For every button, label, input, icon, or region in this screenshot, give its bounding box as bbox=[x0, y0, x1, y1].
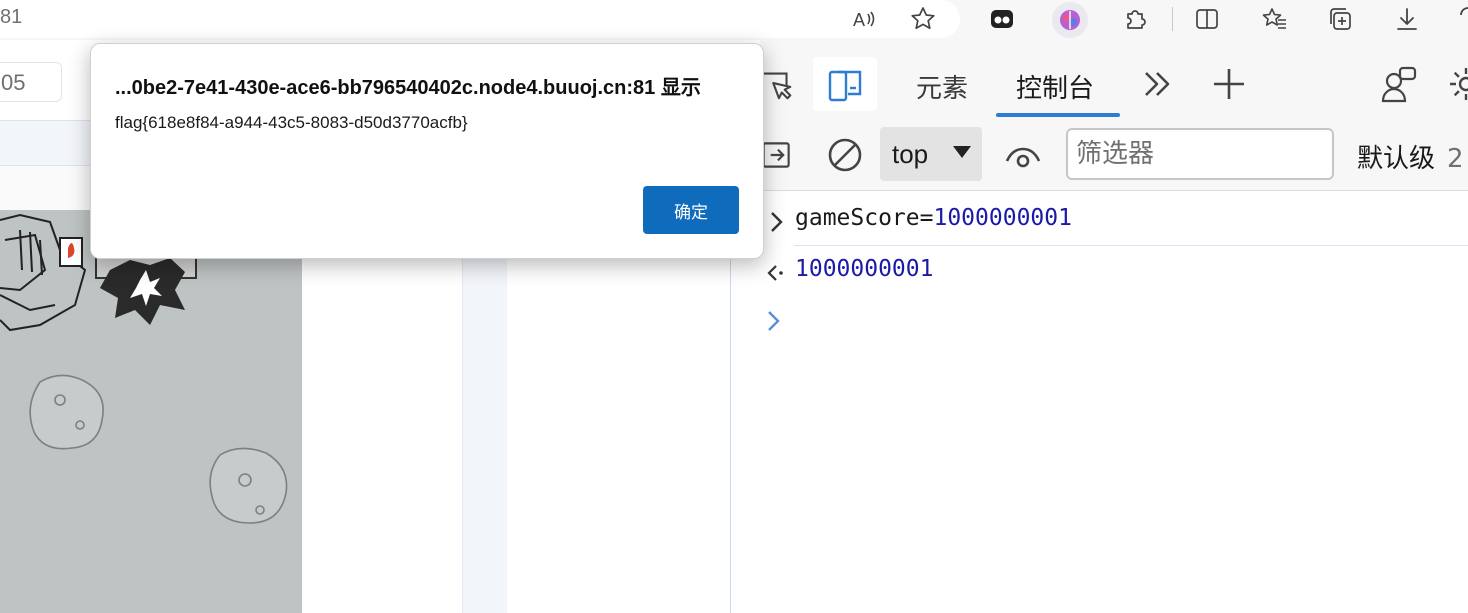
more-tabs-chevron-icon[interactable] bbox=[1137, 64, 1177, 104]
browser-toolbar: 81 A bbox=[0, 0, 1468, 40]
game-scene-illustration bbox=[0, 213, 288, 524]
settings-gear-icon[interactable] bbox=[1446, 62, 1468, 106]
game-canvas[interactable] bbox=[0, 210, 302, 613]
console-input-number: 1000000001 bbox=[933, 205, 1072, 231]
copilot-icon[interactable] bbox=[1052, 2, 1088, 38]
svg-text:A: A bbox=[853, 10, 865, 30]
asteroid-sprites bbox=[29, 374, 288, 524]
alert-dialog: ...0be2-7e41-430e-ace6-bb796540402c.node… bbox=[90, 43, 764, 259]
console-entry-divider bbox=[794, 245, 1468, 246]
player-ship-sprite bbox=[0, 213, 87, 332]
add-tab-plus-icon[interactable] bbox=[1209, 64, 1249, 104]
active-tab-indicator bbox=[996, 113, 1120, 117]
console-input-prefix: gameScore= bbox=[795, 205, 934, 231]
collections-icon[interactable] bbox=[1325, 4, 1357, 34]
console-result-value: 1000000001 bbox=[795, 256, 934, 282]
result-return-arrow-icon bbox=[767, 265, 783, 281]
address-text[interactable]: 81 bbox=[0, 6, 22, 29]
address-bar[interactable]: 81 bbox=[0, 0, 960, 38]
page-side-gutter bbox=[462, 210, 507, 613]
extension-app-icon[interactable] bbox=[986, 4, 1018, 34]
extensions-puzzle-icon[interactable] bbox=[1119, 4, 1151, 34]
console-input-text: gameScore=1000000001 bbox=[795, 205, 1072, 231]
feedback-user-icon[interactable] bbox=[1378, 62, 1420, 106]
console-panel[interactable]: gameScore=1000000001 1000000001 bbox=[760, 191, 1468, 613]
read-aloud-icon[interactable]: A bbox=[848, 4, 880, 34]
live-expression-eye-icon[interactable] bbox=[1002, 136, 1044, 176]
context-selector-value: top bbox=[892, 139, 929, 169]
log-levels-label: 默认级 bbox=[1357, 144, 1436, 174]
tab-console[interactable]: 控制台 bbox=[1016, 68, 1094, 105]
downloads-icon[interactable] bbox=[1391, 4, 1423, 34]
explosion-sprite bbox=[95, 249, 197, 325]
log-levels-dropdown[interactable]: 默认级 2 bbox=[1357, 138, 1464, 175]
sidebar-toggle-icon[interactable] bbox=[760, 135, 794, 175]
favorite-star-icon[interactable] bbox=[907, 4, 939, 34]
page-input-field[interactable]: 05 bbox=[0, 62, 62, 102]
clear-console-icon[interactable] bbox=[824, 134, 866, 176]
chevron-down-icon bbox=[953, 146, 971, 158]
tab-elements[interactable]: 元素 bbox=[916, 68, 968, 105]
help-icon[interactable] bbox=[1452, 4, 1468, 34]
issues-count-badge: 2 bbox=[1447, 144, 1464, 174]
inspect-element-icon[interactable] bbox=[760, 62, 796, 106]
dialog-ok-button[interactable]: 确定 bbox=[643, 186, 739, 234]
toolbar-divider bbox=[1172, 7, 1173, 31]
dialog-message: flag{618e8f84-a944-43c5-8083-d50d3770acf… bbox=[115, 113, 468, 132]
split-screen-icon[interactable] bbox=[1191, 4, 1223, 34]
prompt-chevron-icon bbox=[768, 311, 780, 331]
console-filter-input[interactable]: 筛选器 bbox=[1066, 128, 1334, 180]
input-chevron-icon bbox=[771, 212, 783, 232]
dialog-title: ...0be2-7e41-430e-ace6-bb796540402c.node… bbox=[115, 77, 701, 99]
device-emulation-icon[interactable] bbox=[820, 62, 870, 108]
favorites-icon[interactable] bbox=[1259, 4, 1291, 34]
